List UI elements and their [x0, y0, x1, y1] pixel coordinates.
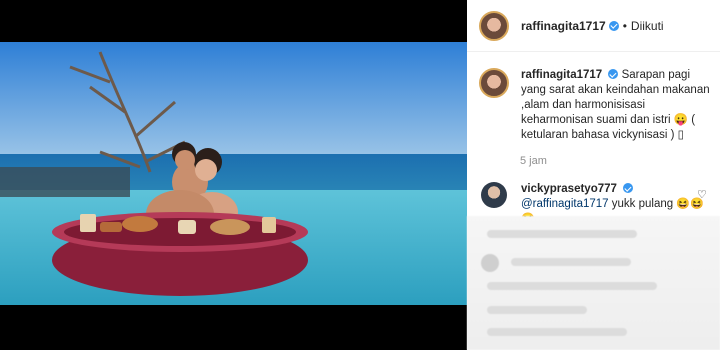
post-side-panel: raffinagita1717 • Diikuti raffinagita171…: [467, 0, 720, 350]
commenter-avatar[interactable]: [481, 182, 507, 208]
blurred-line: [487, 282, 657, 290]
caption-text: raffinagita1717 Sarapan pagi yang sarat …: [521, 68, 711, 143]
pool-breakfast-photo: [0, 42, 467, 305]
blurred-line: [511, 258, 631, 266]
verified-badge-icon: [608, 69, 619, 79]
post-header: raffinagita1717 • Diikuti: [467, 0, 720, 52]
caption: raffinagita1717 Sarapan pagi yang sarat …: [479, 68, 711, 143]
comment-body: yukk pulang: [611, 198, 674, 210]
commenter-username[interactable]: vickyprasetyo777: [521, 183, 617, 195]
post-photo[interactable]: [0, 42, 467, 305]
instagram-post-view: raffinagita1717 • Diikuti raffinagita171…: [0, 0, 720, 350]
blurred-avatar: [481, 254, 499, 272]
verified-badge-icon: [608, 20, 619, 31]
comment-mention[interactable]: @raffinagita1717: [521, 198, 609, 210]
post-media: [0, 0, 467, 350]
post-timestamp[interactable]: 5 jam: [520, 155, 547, 167]
heart-icon[interactable]: ♡: [697, 190, 707, 201]
blurred-line: [487, 306, 587, 314]
verified-badge-icon: [623, 183, 634, 193]
follow-status-button[interactable]: Diikuti: [631, 19, 664, 33]
caption-avatar[interactable]: [479, 68, 509, 98]
blurred-line: [487, 328, 627, 336]
separator-dot: •: [622, 18, 627, 33]
blurred-comments-area: [467, 216, 720, 350]
avatar[interactable]: [479, 10, 509, 41]
blurred-line: [487, 230, 637, 238]
post-username[interactable]: raffinagita1717: [521, 19, 606, 33]
caption-username[interactable]: raffinagita1717: [521, 69, 602, 81]
